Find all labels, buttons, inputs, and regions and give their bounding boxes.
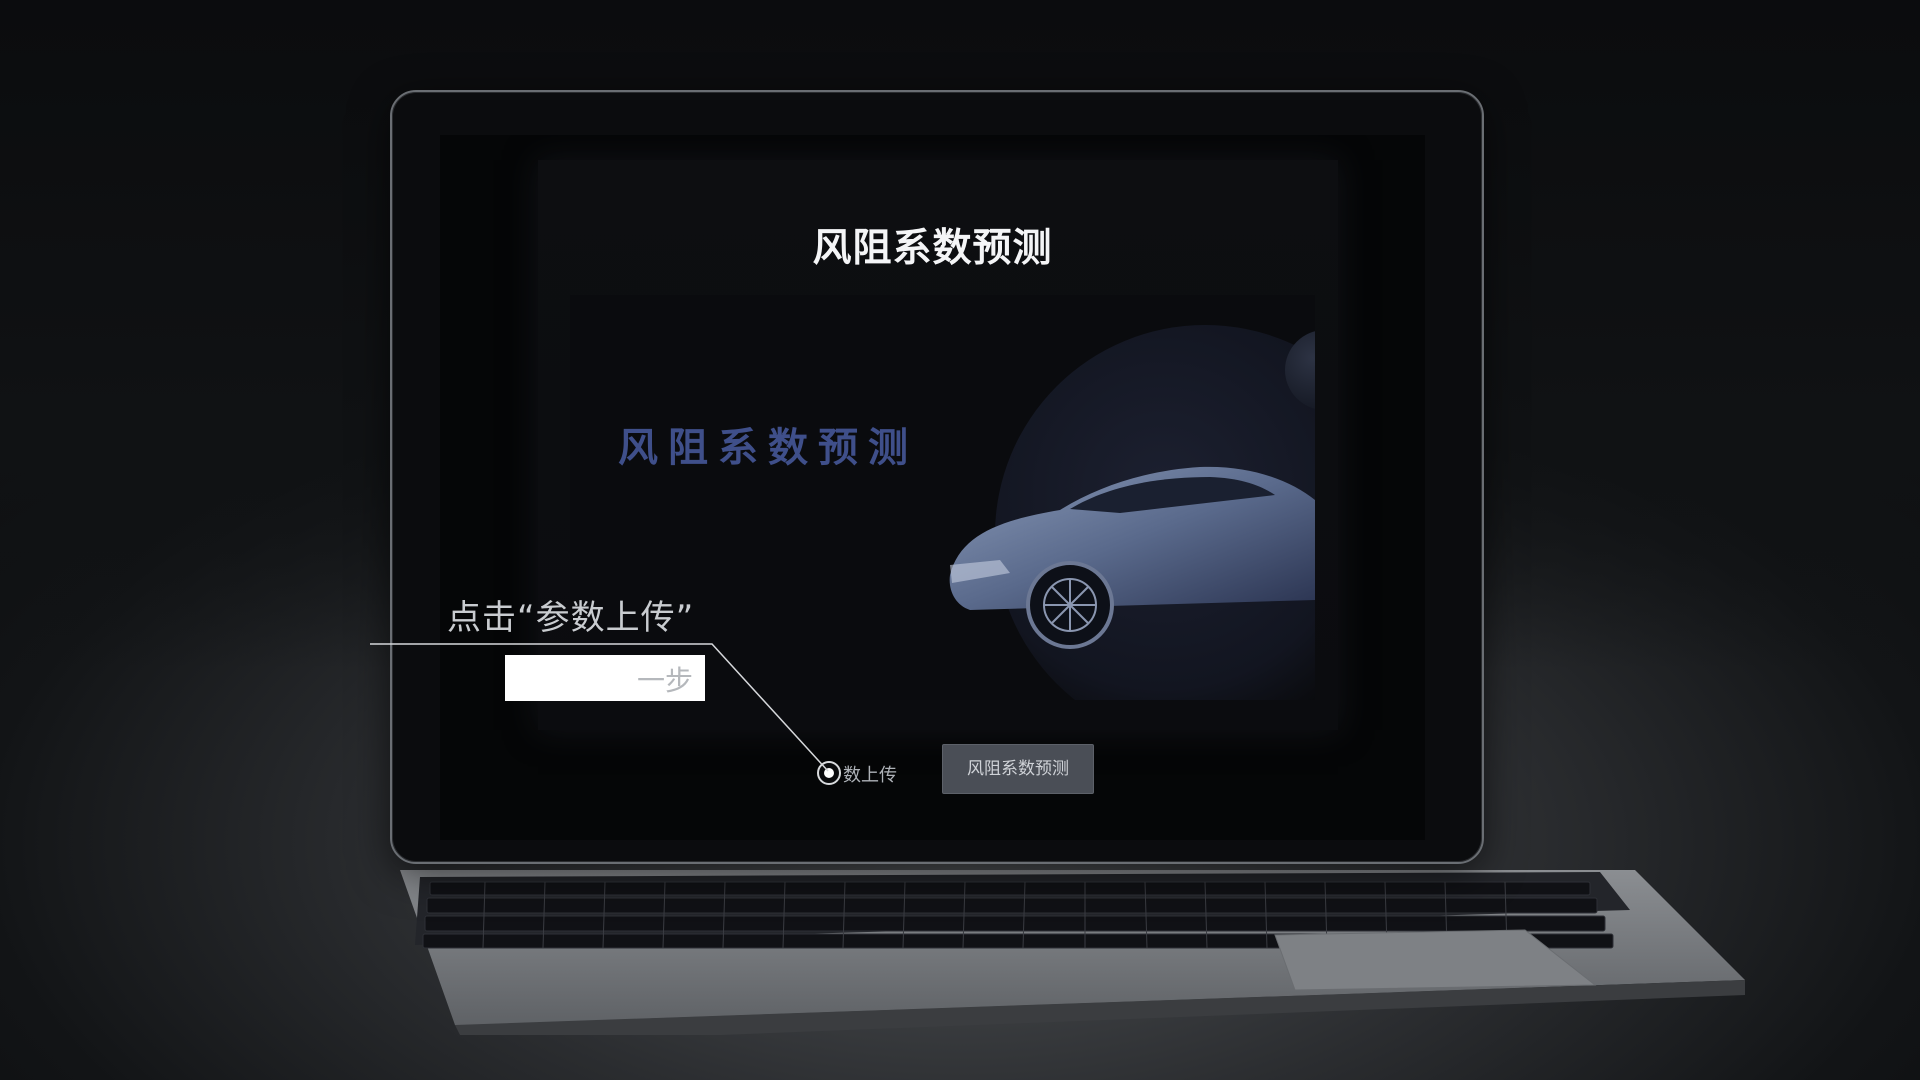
callout-box: 一步	[505, 655, 705, 701]
callout-box-text: 一步	[636, 664, 693, 697]
callout-instruction: 点击“参数上传”	[447, 598, 695, 638]
callout-leader-lines	[370, 643, 829, 772]
